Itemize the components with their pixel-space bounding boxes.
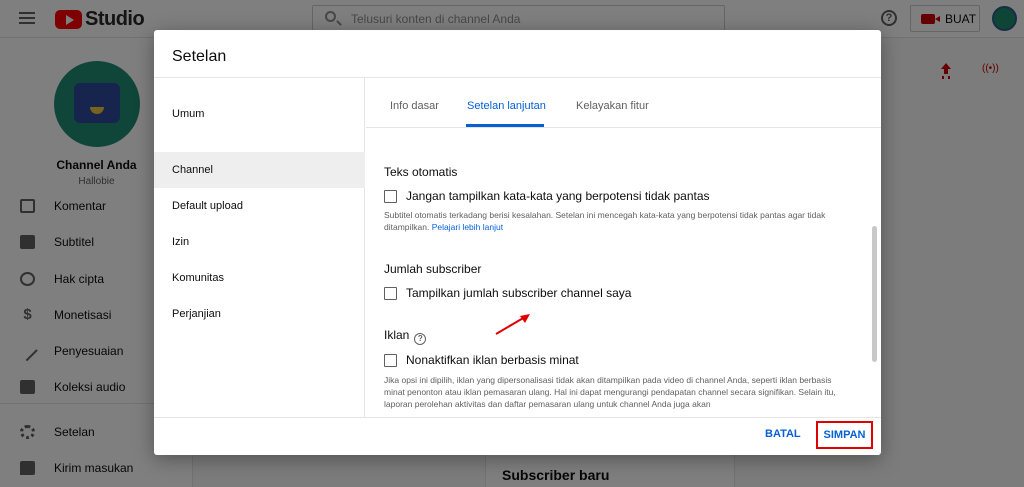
save-button-label: SIMPAN: [823, 429, 866, 441]
ads-title-text: Iklan: [384, 328, 410, 342]
interest-ads-option[interactable]: Nonaktifkan iklan berbasis minat: [384, 353, 579, 367]
content-scrollbar[interactable]: [872, 226, 877, 362]
settings-nav-general[interactable]: Umum: [154, 96, 365, 132]
settings-nav-community[interactable]: Komunitas: [154, 260, 365, 296]
auto-captions-title: Teks otomatis: [384, 165, 458, 179]
dialog-title: Setelan: [172, 48, 227, 65]
learn-more-link[interactable]: Pelajari lebih lanjut: [432, 222, 503, 232]
save-button[interactable]: SIMPAN: [816, 421, 873, 449]
settings-nav-upload-defaults[interactable]: Default upload: [154, 188, 365, 224]
auto-captions-help: Subtitel otomatis terkadang berisi kesal…: [384, 209, 854, 233]
tab-advanced-settings[interactable]: Setelan lanjutan: [467, 100, 546, 112]
settings-content: Teks otomatis Jangan tampilkan kata-kata…: [366, 129, 869, 418]
interest-ads-checkbox[interactable]: [384, 353, 397, 367]
settings-nav-channel[interactable]: Channel: [154, 152, 365, 188]
settings-nav-permissions[interactable]: Izin: [154, 224, 365, 260]
tab-basic-info[interactable]: Info dasar: [390, 100, 439, 112]
settings-nav: Umum Channel Default upload Izin Komunit…: [154, 78, 365, 418]
ads-title: Iklan?: [384, 328, 427, 345]
subscriber-count-title: Jumlah subscriber: [384, 262, 482, 276]
cancel-button[interactable]: BATAL: [765, 428, 801, 440]
subscriber-count-checkbox[interactable]: [384, 286, 397, 300]
interest-ads-label: Nonaktifkan iklan berbasis minat: [406, 353, 579, 367]
tab-feature-eligibility[interactable]: Kelayakan fitur: [576, 100, 649, 112]
settings-dialog: Setelan Umum Channel Default upload Izin…: [154, 30, 881, 455]
annotation-arrow: [495, 314, 530, 335]
auto-captions-label: Jangan tampilkan kata-kata yang berpoten…: [406, 189, 710, 203]
dialog-footer-divider: [154, 417, 881, 418]
settings-nav-agreements[interactable]: Perjanjian: [154, 296, 365, 332]
info-icon[interactable]: ?: [414, 333, 427, 345]
subscriber-count-label: Tampilkan jumlah subscriber channel saya: [406, 286, 632, 300]
auto-captions-option[interactable]: Jangan tampilkan kata-kata yang berpoten…: [384, 189, 710, 203]
active-tab-indicator: [466, 124, 544, 127]
ads-help-text: Jika opsi ini dipilih, iklan yang dipers…: [384, 375, 836, 409]
settings-tabs: Info dasar Setelan lanjutan Kelayakan fi…: [366, 78, 881, 128]
subscriber-count-option[interactable]: Tampilkan jumlah subscriber channel saya: [384, 286, 631, 300]
auto-captions-checkbox[interactable]: [384, 189, 397, 203]
